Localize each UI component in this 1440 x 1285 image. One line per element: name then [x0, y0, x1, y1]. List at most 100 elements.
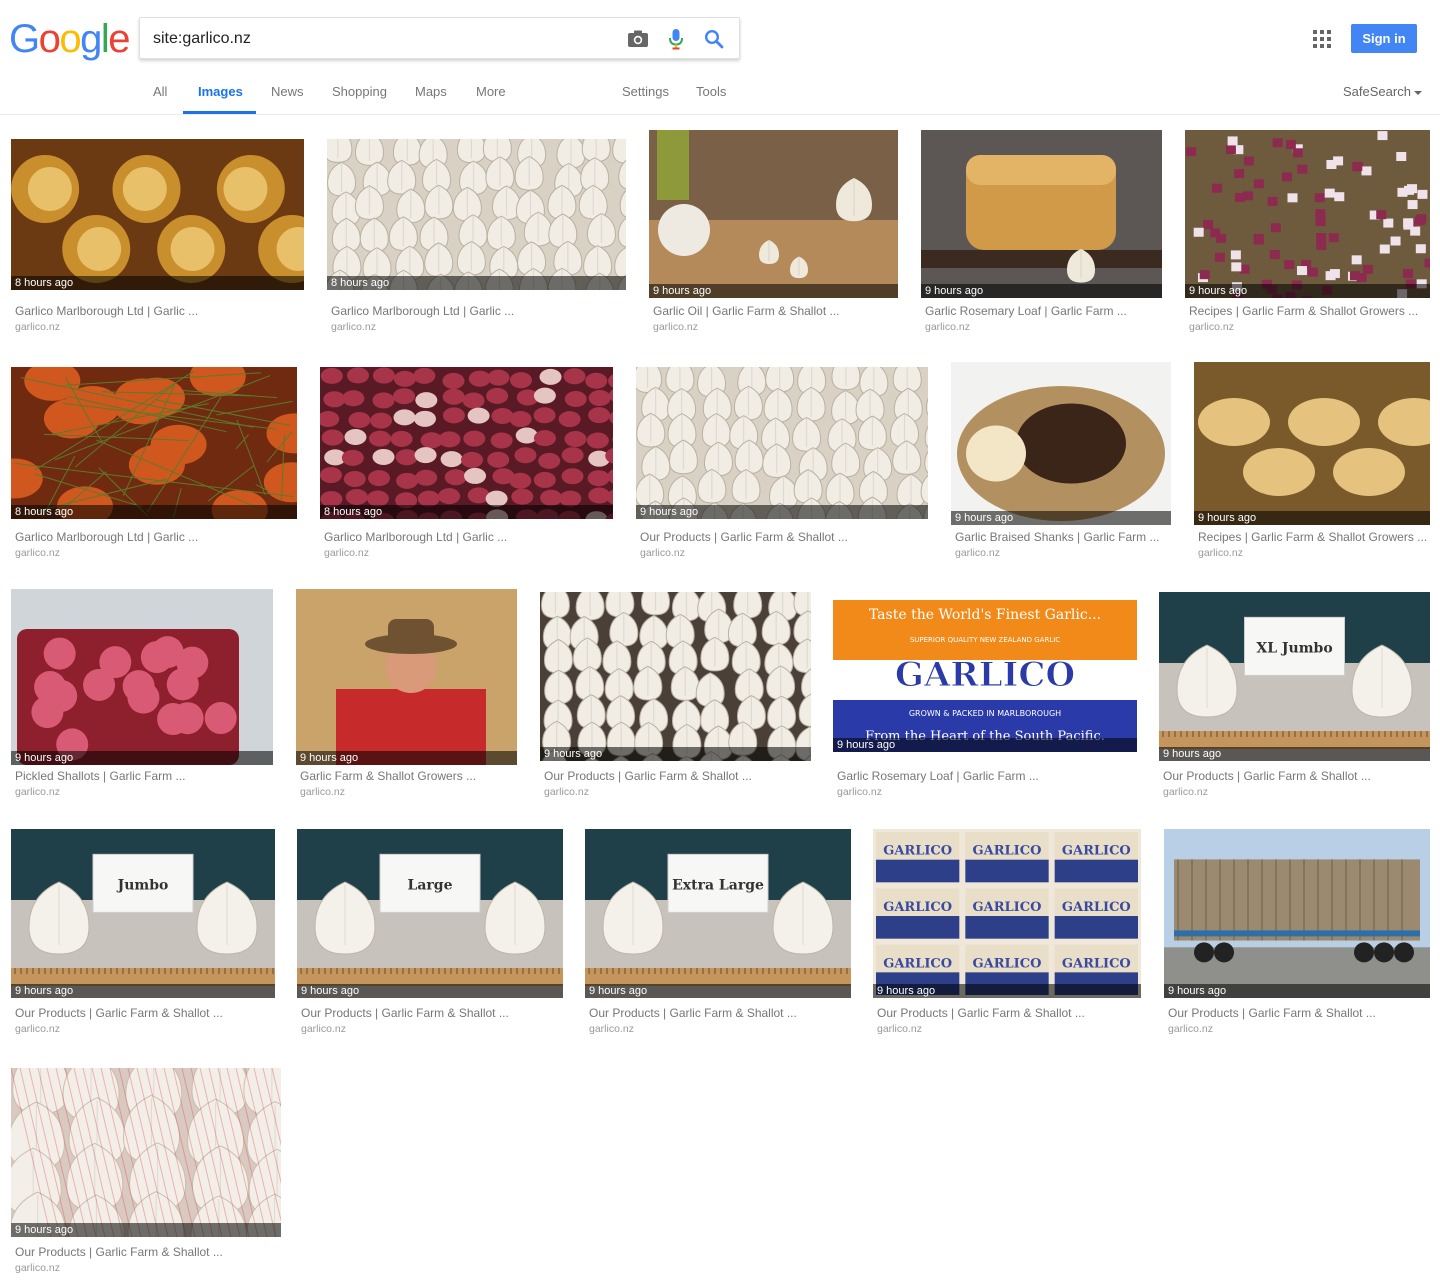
age-badge: 9 hours ago — [1159, 747, 1430, 761]
thumbnail-image — [11, 589, 273, 765]
result-site[interactable]: garlico.nz — [15, 1023, 60, 1035]
result-site[interactable]: garlico.nz — [653, 321, 698, 333]
tab-maps[interactable]: Maps — [415, 84, 447, 99]
google-logo[interactable]: Google — [9, 17, 130, 61]
image-result: 8 hours ago Garlico Marlborough Ltd | Gar… — [11, 367, 297, 567]
result-site[interactable]: garlico.nz — [1189, 321, 1234, 333]
result-thumbnail[interactable]: 9 hours ago — [921, 130, 1162, 298]
result-title[interactable]: Garlico Marlborough Ltd | Garlic ... — [15, 530, 198, 544]
result-site[interactable]: garlico.nz — [15, 786, 60, 798]
thumbnail-image: Large — [297, 829, 563, 998]
apps-grid-icon[interactable] — [1312, 29, 1332, 49]
result-thumbnail[interactable]: GARLICO GARLICO GARLICO GARLICO GARLICO GARLI… — [873, 829, 1141, 998]
result-thumbnail[interactable]: 8 hours ago — [11, 367, 297, 519]
result-site[interactable]: garlico.nz — [324, 547, 369, 559]
safesearch-dropdown[interactable]: SafeSearch — [1343, 84, 1422, 99]
result-title[interactable]: Garlico Marlborough Ltd | Garlic ... — [324, 530, 507, 544]
result-title[interactable]: Our Products | Garlic Farm & Shallot ... — [1168, 1006, 1376, 1020]
result-thumbnail[interactable]: 9 hours ago — [636, 367, 928, 519]
tab-news[interactable]: News — [271, 84, 304, 99]
result-site[interactable]: garlico.nz — [1163, 786, 1208, 798]
result-site[interactable]: garlico.nz — [331, 321, 376, 333]
result-thumbnail[interactable]: 8 hours ago — [11, 139, 304, 290]
age-badge: 8 hours ago — [11, 505, 297, 519]
result-thumbnail[interactable]: 9 hours ago — [1185, 130, 1430, 298]
tab-shopping[interactable]: Shopping — [332, 84, 387, 99]
result-title[interactable]: Garlic Oil | Garlic Farm & Shallot ... — [653, 304, 840, 318]
result-site[interactable]: garlico.nz — [640, 547, 685, 559]
box-label: GARLICO — [1062, 956, 1131, 971]
image-result: XL Jumbo 9 hours ago Our Products | Garlic… — [1159, 592, 1430, 809]
result-thumbnail[interactable]: Large 9 hours ago — [297, 829, 563, 998]
result-site[interactable]: garlico.nz — [1198, 547, 1243, 559]
thumbnail-image — [1194, 362, 1430, 525]
result-title[interactable]: Our Products | Garlic Farm & Shallot ... — [640, 530, 848, 544]
result-site[interactable]: garlico.nz — [300, 786, 345, 798]
result-title[interactable]: Our Products | Garlic Farm & Shallot ... — [15, 1006, 223, 1020]
tab-all[interactable]: All — [153, 84, 167, 99]
age-badge: 9 hours ago — [11, 984, 275, 998]
box-label: GARLICO — [1062, 844, 1131, 859]
result-thumbnail[interactable]: 9 hours ago — [951, 362, 1171, 525]
result-title[interactable]: Garlic Rosemary Loaf | Garlic Farm ... — [925, 304, 1127, 318]
result-site[interactable]: garlico.nz — [837, 786, 882, 798]
age-badge: 9 hours ago — [951, 511, 1171, 525]
result-thumbnail[interactable]: Taste the World's Finest Garlic... SUPERI… — [833, 600, 1137, 752]
result-thumbnail[interactable]: 9 hours ago — [1164, 829, 1430, 998]
result-thumbnail[interactable]: 8 hours ago — [327, 139, 626, 290]
result-site[interactable]: garlico.nz — [925, 321, 970, 333]
result-site[interactable]: garlico.nz — [877, 1023, 922, 1035]
result-title[interactable]: Our Products | Garlic Farm & Shallot ... — [589, 1006, 797, 1020]
result-title[interactable]: Garlic Rosemary Loaf | Garlic Farm ... — [837, 769, 1039, 783]
result-title[interactable]: Pickled Shallots | Garlic Farm ... — [15, 769, 186, 783]
header: Google Sign in All Images News Shopping … — [0, 0, 1440, 115]
result-title[interactable]: Recipes | Garlic Farm & Shallot Growers … — [1198, 530, 1427, 544]
logo-letter: G — [9, 17, 40, 61]
microphone-icon[interactable] — [664, 27, 688, 51]
result-thumbnail[interactable]: Extra Large 9 hours ago — [585, 829, 851, 998]
result-site[interactable]: garlico.nz — [15, 547, 60, 559]
result-thumbnail[interactable]: 8 hours ago — [320, 367, 613, 519]
result-site[interactable]: garlico.nz — [544, 786, 589, 798]
result-thumbnail[interactable]: XL Jumbo 9 hours ago — [1159, 592, 1430, 761]
result-thumbnail[interactable]: 9 hours ago — [11, 589, 273, 765]
result-site[interactable]: garlico.nz — [1168, 1023, 1213, 1035]
result-thumbnail[interactable]: 9 hours ago — [1194, 362, 1430, 525]
result-title[interactable]: Recipes | Garlic Farm & Shallot Growers … — [1189, 304, 1418, 318]
result-thumbnail[interactable]: 9 hours ago — [11, 1068, 281, 1237]
tab-settings[interactable]: Settings — [622, 84, 669, 99]
image-result: 9 hours ago Recipes | Garlic Farm & Shall… — [1185, 130, 1430, 346]
sign-in-button[interactable]: Sign in — [1351, 24, 1417, 53]
age-badge: 9 hours ago — [1164, 984, 1430, 998]
search-icon[interactable] — [702, 27, 726, 51]
thumbnail-image: GARLICO GARLICO GARLICO GARLICO GARLICO GARLI… — [873, 829, 1141, 998]
logo-tagline: Taste the World's Finest Garlic... — [869, 607, 1101, 623]
image-result: Extra Large 9 hours ago Our Products | Gar… — [585, 829, 851, 1046]
result-site[interactable]: garlico.nz — [589, 1023, 634, 1035]
result-thumbnail[interactable]: 9 hours ago — [296, 589, 517, 765]
result-title[interactable]: Our Products | Garlic Farm & Shallot ... — [301, 1006, 509, 1020]
tab-more[interactable]: More — [476, 84, 506, 99]
thumbnail-image: Taste the World's Finest Garlic... SUPERI… — [833, 600, 1137, 752]
result-title[interactable]: Garlic Farm & Shallot Growers ... — [300, 769, 476, 783]
tab-tools[interactable]: Tools — [696, 84, 726, 99]
result-title[interactable]: Our Products | Garlic Farm & Shallot ... — [15, 1245, 223, 1259]
result-thumbnail[interactable]: Jumbo 9 hours ago — [11, 829, 275, 998]
result-site[interactable]: garlico.nz — [15, 321, 60, 333]
result-title[interactable]: Our Products | Garlic Farm & Shallot ... — [877, 1006, 1085, 1020]
result-title[interactable]: Garlico Marlborough Ltd | Garlic ... — [15, 304, 198, 318]
result-site[interactable]: garlico.nz — [955, 547, 1000, 559]
result-title[interactable]: Garlico Marlborough Ltd | Garlic ... — [331, 304, 514, 318]
result-site[interactable]: garlico.nz — [301, 1023, 346, 1035]
camera-icon[interactable] — [626, 27, 650, 51]
age-badge: 9 hours ago — [296, 751, 517, 765]
result-title[interactable]: Garlic Braised Shanks | Garlic Farm ... — [955, 530, 1160, 544]
result-thumbnail[interactable]: 9 hours ago — [649, 130, 898, 298]
caret-down-icon — [1413, 90, 1422, 95]
tab-images[interactable]: Images — [198, 84, 243, 99]
result-site[interactable]: garlico.nz — [15, 1262, 60, 1274]
result-title[interactable]: Our Products | Garlic Farm & Shallot ... — [544, 769, 752, 783]
search-input[interactable] — [153, 27, 613, 51]
result-thumbnail[interactable]: 9 hours ago — [540, 592, 811, 761]
result-title[interactable]: Our Products | Garlic Farm & Shallot ... — [1163, 769, 1371, 783]
